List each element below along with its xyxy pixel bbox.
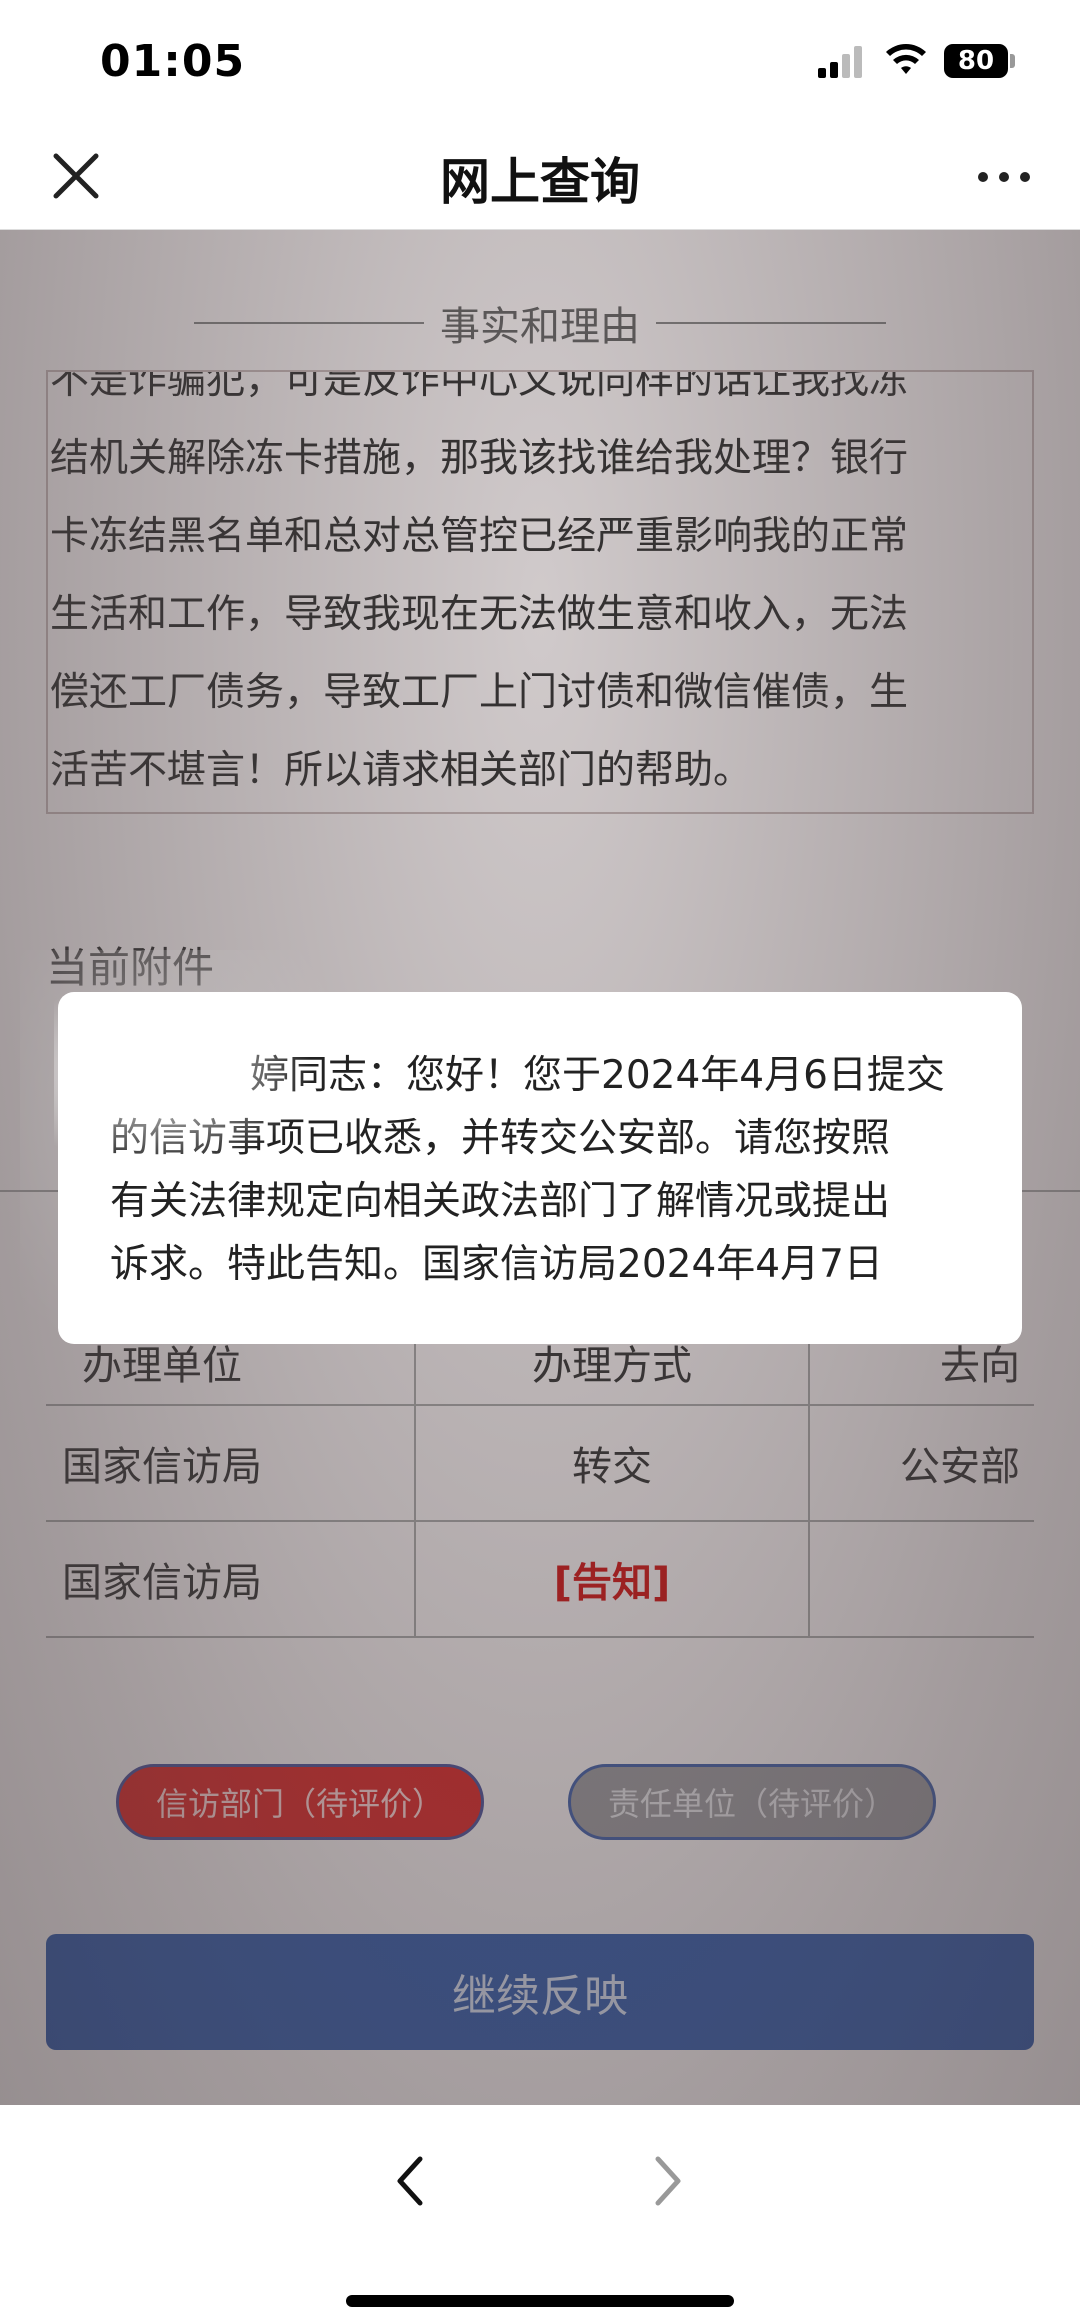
row-destination [808,1522,1034,1636]
facts-line: 卡冻结黑名单和总对总管控已经严重影响我的正常 [50,514,909,559]
forward-arrow-icon[interactable] [648,2151,688,2211]
nav-bar: 网上查询 [0,120,1080,230]
table-row: 国家信访局 转交 公安部 [46,1406,1034,1522]
heading-rule-right [656,322,886,324]
bottom-toolbar [0,2105,1080,2307]
processing-table: 办理单位 办理方式 去向 国家信访局 转交 公安部 国家信访局 [告知] [46,1320,1034,1638]
page-title: 网上查询 [440,153,640,211]
facts-text-box[interactable]: 不是诈骗犯，可是反诈中心又说同样的话让我找冻 结机关解除冻卡措施，那我该找谁给我… [46,370,1034,814]
battery-cap [1010,54,1015,68]
cellular-signal-icon [818,46,864,78]
more-options-icon[interactable] [974,156,1034,196]
status-time: 01:05 [100,36,246,87]
facts-line: 生活和工作，导致我现在无法做生意和收入，无法 [50,592,909,637]
evaluate-responsible-unit-button[interactable]: 责任单位（待评价） [568,1764,936,1840]
status-bar: 01:05 80 [0,0,1080,120]
redaction-smudge [54,992,314,1172]
back-arrow-icon[interactable] [390,2151,430,2211]
facts-line: 活苦不堪言！所以请求相关部门的帮助。 [50,748,753,793]
facts-line: 不是诈骗犯，可是反诈中心又说同样的话让我找冻 [50,370,909,403]
notice-line: 有关法律规定向相关政法部门了解情况或提出 [110,1179,891,1224]
facts-line: 结机关解除冻卡措施，那我该找谁给我处理？银行 [50,436,909,481]
continue-report-button[interactable]: 继续反映 [46,1934,1034,2050]
table-row: 国家信访局 [告知] [46,1522,1034,1638]
notice-line: 诉求。特此告知。国家信访局2024年4月7日 [110,1242,883,1287]
facts-heading: 事实和理由 [440,304,640,350]
row-unit: 国家信访局 [62,1560,262,1606]
row-method: 转交 [414,1406,808,1520]
facts-text: 不是诈骗犯，可是反诈中心又说同样的话让我找冻 结机关解除冻卡措施，那我该找谁给我… [50,370,1030,810]
row-destination: 公安部 [808,1406,1034,1520]
home-indicator[interactable] [346,2295,734,2307]
row-unit: 国家信访局 [62,1444,262,1490]
notice-dialog: 婷同志：您好！您于2024年4月6日提交 的信访事项已收悉，并转交公安部。请您按… [54,992,1022,1344]
notify-link[interactable]: [告知] [554,1550,671,1608]
evaluate-petition-dept-button[interactable]: 信访部门（待评价） [116,1764,484,1840]
wifi-icon [886,44,926,74]
row-method-notify-link[interactable]: [告知] [414,1522,808,1636]
facts-line: 偿还工厂债务，导致工厂上门讨债和微信催债，生 [50,670,909,715]
battery-icon: 80 [944,44,1008,78]
